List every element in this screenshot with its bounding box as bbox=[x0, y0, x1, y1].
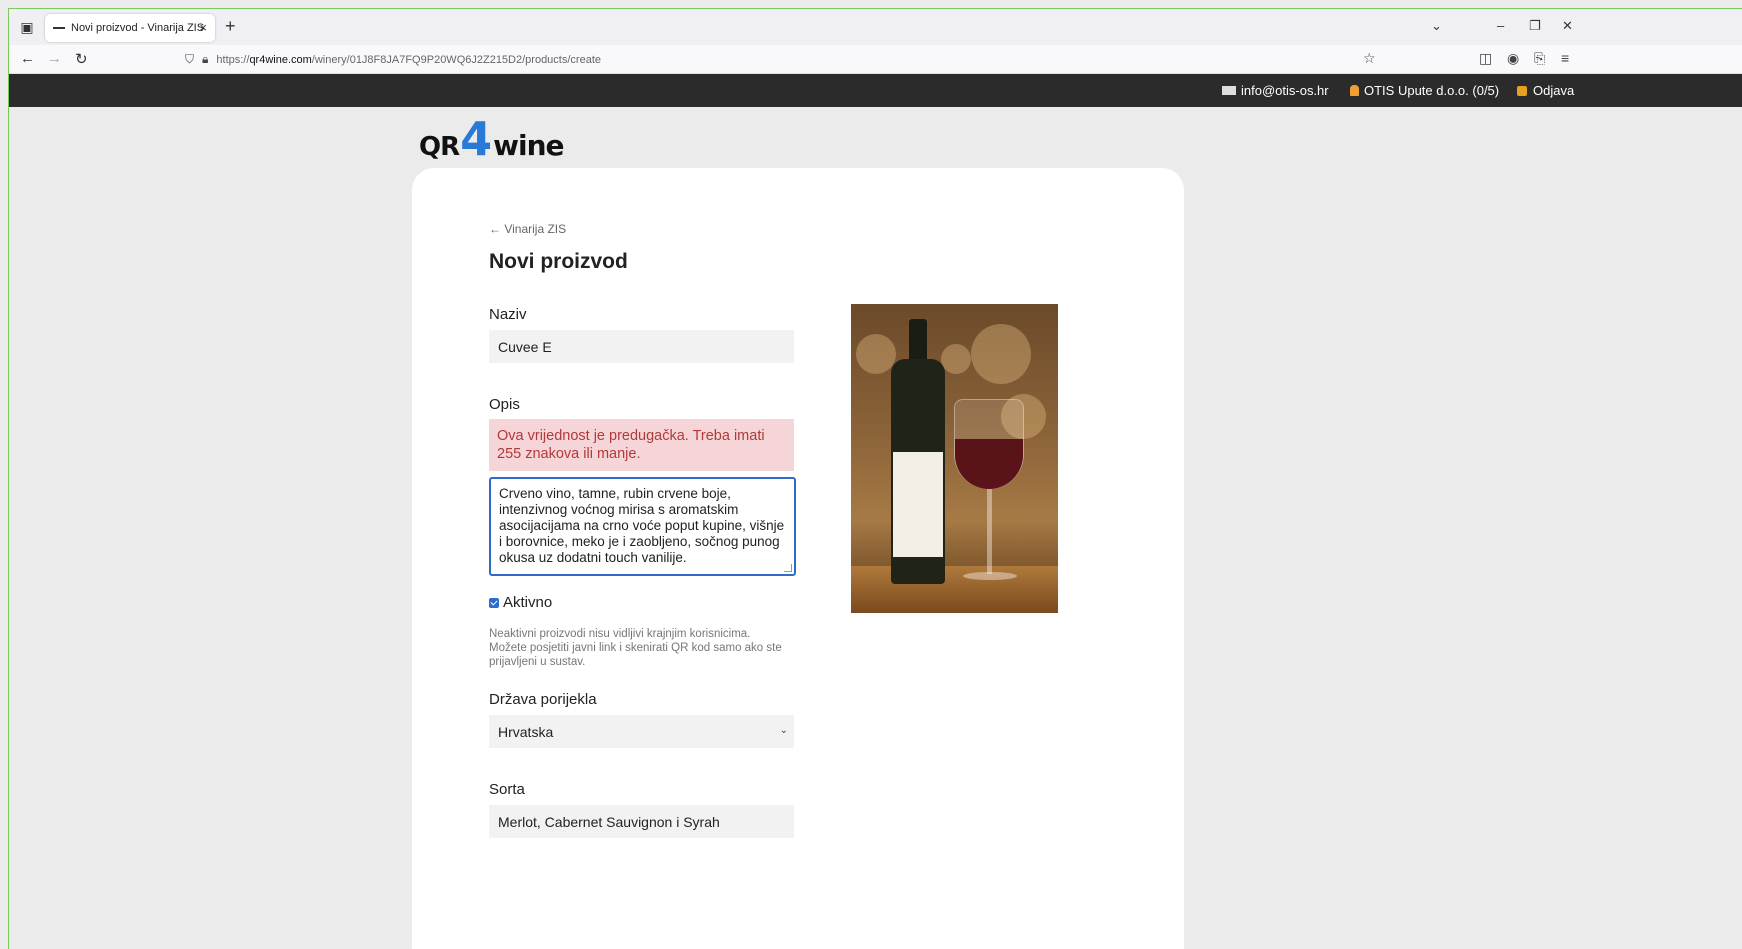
back-link[interactable]: ← Vinarija ZIS bbox=[489, 222, 566, 236]
resize-handle-icon[interactable] bbox=[784, 564, 792, 572]
chevron-down-icon: ⌄ bbox=[779, 725, 788, 736]
url-host: qr4wine.com bbox=[249, 53, 312, 66]
account-icon[interactable]: ◉ bbox=[1507, 50, 1519, 67]
product-form-card: ← Vinarija ZIS Novi proizvod Naziv Cuvee… bbox=[412, 168, 1184, 949]
site-logo[interactable]: QR 4 wine bbox=[419, 112, 565, 166]
logo-qr: QR bbox=[419, 132, 460, 162]
name-input[interactable]: Cuvee E bbox=[489, 330, 794, 363]
url-path: /winery/01J8F8JA7FQ9P20WQ6J2Z215D2/produ… bbox=[311, 53, 601, 66]
description-text: Crveno vino, tamne, rubin crvene boje, i… bbox=[499, 486, 785, 565]
restore-icon[interactable]: ❐ bbox=[1529, 18, 1541, 34]
chevron-down-icon[interactable]: ⌄ bbox=[1431, 18, 1442, 34]
user-icon bbox=[1350, 85, 1359, 96]
favicon-icon bbox=[53, 27, 65, 29]
extensions-icon[interactable]: ⎘ bbox=[1534, 50, 1545, 67]
active-checkbox-row[interactable]: Aktivno bbox=[489, 594, 552, 611]
pocket-icon[interactable]: ◫ bbox=[1479, 50, 1492, 67]
page-title: Novi proizvod bbox=[489, 250, 628, 273]
logout-link[interactable]: Odjava bbox=[1517, 83, 1574, 98]
close-window-icon[interactable]: ✕ bbox=[1562, 18, 1573, 34]
url-prefix: https:// bbox=[216, 53, 250, 66]
email-text: info@otis-os.hr bbox=[1241, 83, 1329, 98]
country-select[interactable]: Hrvatska ⌄ bbox=[489, 715, 794, 748]
lock-icon bbox=[1517, 85, 1527, 96]
tab-active[interactable]: Novi proizvod - Vinarija ZIS × bbox=[45, 14, 215, 42]
shield-icon[interactable]: ⛉ bbox=[185, 52, 194, 67]
url-bar[interactable]: ⛉ 🔒︎ https://qr4wine.com/winery/01J8F8JA… bbox=[185, 48, 1385, 71]
variety-input[interactable]: Merlot, Cabernet Sauvignon i Syrah bbox=[489, 805, 794, 838]
user-email[interactable]: info@otis-os.hr bbox=[1222, 83, 1329, 98]
reload-icon[interactable]: ↻ bbox=[75, 50, 88, 68]
tab-list-icon[interactable]: ▣ bbox=[16, 16, 38, 38]
back-arrow-icon[interactable]: ← bbox=[20, 50, 35, 67]
tab-close-icon[interactable]: × bbox=[199, 20, 207, 35]
tab-bar: ▣ Novi proizvod - Vinarija ZIS × + ⌄ – ❐… bbox=[9, 9, 1742, 45]
site-top-bar: info@otis-os.hr OTIS Upute d.o.o. (0/5) … bbox=[9, 74, 1742, 107]
minimize-icon[interactable]: – bbox=[1497, 18, 1504, 33]
variety-label: Sorta bbox=[489, 781, 525, 798]
country-label: Država porijekla bbox=[489, 691, 597, 708]
active-label: Aktivno bbox=[503, 594, 553, 611]
logo-four: 4 bbox=[460, 112, 493, 166]
nav-bar: ← → ↻ ⛉ 🔒︎ https://qr4wine.com/winery/01… bbox=[9, 45, 1742, 74]
company-text: OTIS Upute d.o.o. (0/5) bbox=[1364, 83, 1500, 98]
new-tab-button[interactable]: + bbox=[225, 17, 236, 35]
active-checkbox[interactable] bbox=[489, 597, 499, 608]
tab-title: Novi proizvod - Vinarija ZIS bbox=[71, 22, 205, 34]
description-label: Opis bbox=[489, 396, 520, 413]
product-image[interactable] bbox=[851, 304, 1058, 613]
description-error-message: Ova vrijednost je predugačka. Treba imat… bbox=[489, 419, 794, 471]
mail-icon bbox=[1222, 86, 1236, 95]
name-label: Naziv bbox=[489, 306, 527, 323]
browser-window: ▣ Novi proizvod - Vinarija ZIS × + ⌄ – ❐… bbox=[8, 8, 1742, 949]
bookmark-star-icon[interactable]: ☆ bbox=[1363, 50, 1376, 67]
active-help-text: Neaktivni proizvodi nisu vidljivi krajnj… bbox=[489, 628, 782, 668]
description-textarea[interactable]: Crveno vino, tamne, rubin crvene boje, i… bbox=[489, 477, 796, 576]
logo-wine: wine bbox=[493, 129, 564, 162]
logout-text: Odjava bbox=[1533, 83, 1575, 98]
menu-icon[interactable]: ≡ bbox=[1561, 50, 1569, 66]
forward-arrow-icon[interactable]: → bbox=[47, 50, 62, 67]
country-value: Hrvatska bbox=[498, 723, 554, 740]
lock-icon[interactable]: 🔒︎ bbox=[202, 52, 208, 67]
company-link[interactable]: OTIS Upute d.o.o. (0/5) bbox=[1350, 83, 1499, 98]
